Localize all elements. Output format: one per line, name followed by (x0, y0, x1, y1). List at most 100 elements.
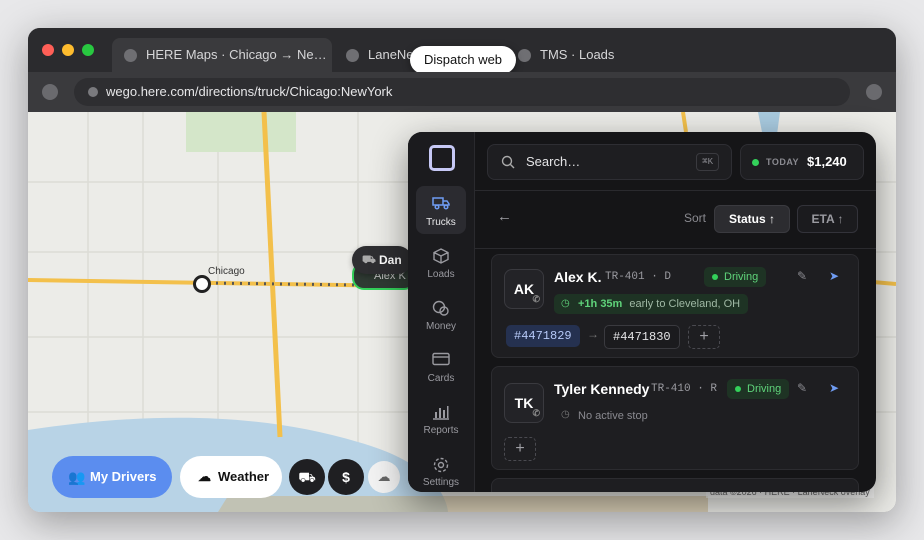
users-icon: 👥 (68, 469, 86, 485)
sidebar-item-loads[interactable]: Loads (416, 238, 466, 286)
edit-icon[interactable]: ✎ (797, 381, 807, 395)
bar-chart-icon (433, 406, 449, 420)
minimize-window-button[interactable] (62, 44, 74, 56)
site-info-icon (88, 87, 98, 97)
driver-card[interactable]: TK ✆ Tyler Kennedy TR-410 · R Driving ✎ … (491, 366, 859, 470)
sort-divider (475, 248, 876, 249)
today-amount: $1,240 (807, 154, 847, 169)
close-window-button[interactable] (42, 44, 54, 56)
driver-name: Tyler Kennedy (554, 381, 650, 397)
driver-meta: TR-410 · R (651, 383, 718, 395)
sidebar-item-money[interactable]: Money (416, 290, 466, 338)
sort-eta-button[interactable]: ETA ↑ (797, 205, 858, 233)
sidebar-item-label: Cards (427, 373, 455, 384)
coins-icon (432, 300, 449, 316)
driver-card[interactable]: AK ✆ Alex K. TR-401 · D Driving ✎ ➤ ◷ +1… (491, 254, 859, 358)
my-drivers-label: My Drivers (90, 469, 157, 484)
truck-icon: ⛟ (298, 469, 316, 485)
search-placeholder: Search… (526, 154, 581, 169)
load-current-pill[interactable]: #4471829 (506, 325, 580, 347)
my-drivers-button[interactable]: 👥 My Drivers (52, 456, 172, 498)
status-badge-label: Driving (747, 383, 782, 395)
status-dot-icon (752, 159, 759, 166)
tooltip-text: Dispatch web (424, 52, 503, 67)
city-label: Chicago (208, 266, 245, 277)
url-text: wego.here.com/directions/truck/Chicago:N… (106, 84, 393, 99)
header-divider (475, 190, 876, 191)
sidebar-item-cards[interactable]: Cards (416, 342, 466, 390)
sort-status-button[interactable]: Status ↑ (714, 205, 790, 233)
locate-icon[interactable]: ➤ (829, 381, 839, 395)
no-stop-text: No active stop (578, 410, 648, 422)
box-icon (433, 248, 449, 264)
url-field[interactable]: wego.here.com/directions/truck/Chicago:N… (74, 78, 850, 106)
app-logo-icon[interactable] (429, 145, 455, 171)
truck-layer-button[interactable]: ⛟ (289, 459, 325, 495)
chicago-pin-icon[interactable] (193, 275, 211, 293)
status-badge: Driving (704, 267, 767, 287)
sidebar: Trucks Loads Money Cards Reports Setting… (408, 132, 475, 492)
dollar-layer-button[interactable]: $ (328, 459, 364, 495)
avatar-initials: TK (514, 395, 534, 411)
cloud-layer-button[interactable]: ☁ (368, 461, 400, 493)
tab-here-maps[interactable]: HERE Maps · Chicago → Ne… (112, 38, 332, 72)
clock-icon: ◷ (561, 298, 570, 309)
driver-meta: TR-401 · D (605, 271, 672, 283)
load-current-id: #4471829 (514, 329, 572, 343)
tab-label: HERE Maps · Chicago → Ne… (146, 47, 327, 62)
truck-icon (432, 197, 450, 210)
load-next-pill[interactable]: #4471830 (604, 325, 680, 349)
eta-delta: +1h 35m (578, 298, 623, 310)
add-load-button[interactable]: + (688, 325, 720, 349)
tab-tooltip: Dispatch web (410, 46, 517, 74)
tab-tms-loads[interactable]: TMS · Loads (508, 38, 648, 72)
sidebar-item-reports[interactable]: Reports (416, 394, 466, 442)
locate-icon[interactable]: ➤ (829, 269, 839, 283)
driver-card-partial[interactable] (491, 478, 859, 492)
tab-bar: HERE Maps · Chicago → Ne… LaneNe TMS · L… (28, 28, 896, 74)
sidebar-item-label: Money (425, 321, 456, 332)
phone-icon: ✆ (532, 408, 540, 418)
dollar-icon: $ (342, 469, 350, 485)
browser-window: HERE Maps · Chicago → Ne… LaneNe TMS · L… (28, 28, 896, 512)
eta-badge: ◷ +1h 35m early to Cleveland, OH (554, 294, 749, 314)
tab-label: TMS · Loads (540, 47, 615, 62)
weather-label: Weather (218, 469, 270, 484)
arrow-right-icon: → (587, 327, 599, 341)
favicon-icon (346, 49, 359, 62)
back-nav-icon[interactable] (42, 84, 58, 100)
shortcut-hint: ⌘K (696, 153, 719, 171)
eta-text: early to Cleveland, OH (629, 298, 741, 310)
search-input[interactable]: Search… ⌘K (487, 144, 732, 180)
sidebar-item-label: Reports (423, 425, 459, 436)
card-icon (432, 352, 450, 366)
truck-icon: ⛟ (362, 254, 376, 266)
status-badge: Driving (727, 379, 790, 399)
address-bar: wego.here.com/directions/truck/Chicago:N… (28, 72, 896, 112)
status-badge-label: Driving (724, 271, 759, 283)
back-button[interactable]: ← (497, 208, 515, 226)
sort-status-label: Status ↑ (728, 212, 775, 226)
driver-chip-dan[interactable]: ⛟ Dan W (352, 246, 412, 274)
sidebar-item-label: Settings (422, 477, 460, 488)
sidebar-item-trucks[interactable]: Trucks (416, 186, 466, 234)
favicon-icon (124, 49, 137, 62)
sidebar-item-settings[interactable]: Settings (416, 446, 466, 492)
sort-eta-label: ETA ↑ (811, 212, 844, 226)
edit-icon[interactable]: ✎ (797, 269, 807, 283)
gear-icon (433, 457, 449, 473)
maximize-window-button[interactable] (82, 44, 94, 56)
avatar: TK ✆ (504, 383, 544, 423)
cloud-icon: ☁ (198, 469, 211, 484)
avatar-initials: AK (513, 281, 535, 297)
driver-name: Alex K. (554, 269, 602, 285)
clock-icon: ◷ (561, 409, 570, 420)
today-earnings[interactable]: TODAY $1,240 (740, 144, 864, 180)
add-load-button[interactable]: + (504, 437, 536, 461)
weather-button[interactable]: ☁ Weather (180, 456, 282, 498)
today-label: TODAY (766, 157, 800, 167)
dispatch-panel: Trucks Loads Money Cards Reports Setting… (408, 132, 876, 492)
cloud-icon: ☁ (377, 469, 391, 484)
extension-icon[interactable] (866, 84, 882, 100)
phone-icon: ✆ (532, 294, 540, 304)
